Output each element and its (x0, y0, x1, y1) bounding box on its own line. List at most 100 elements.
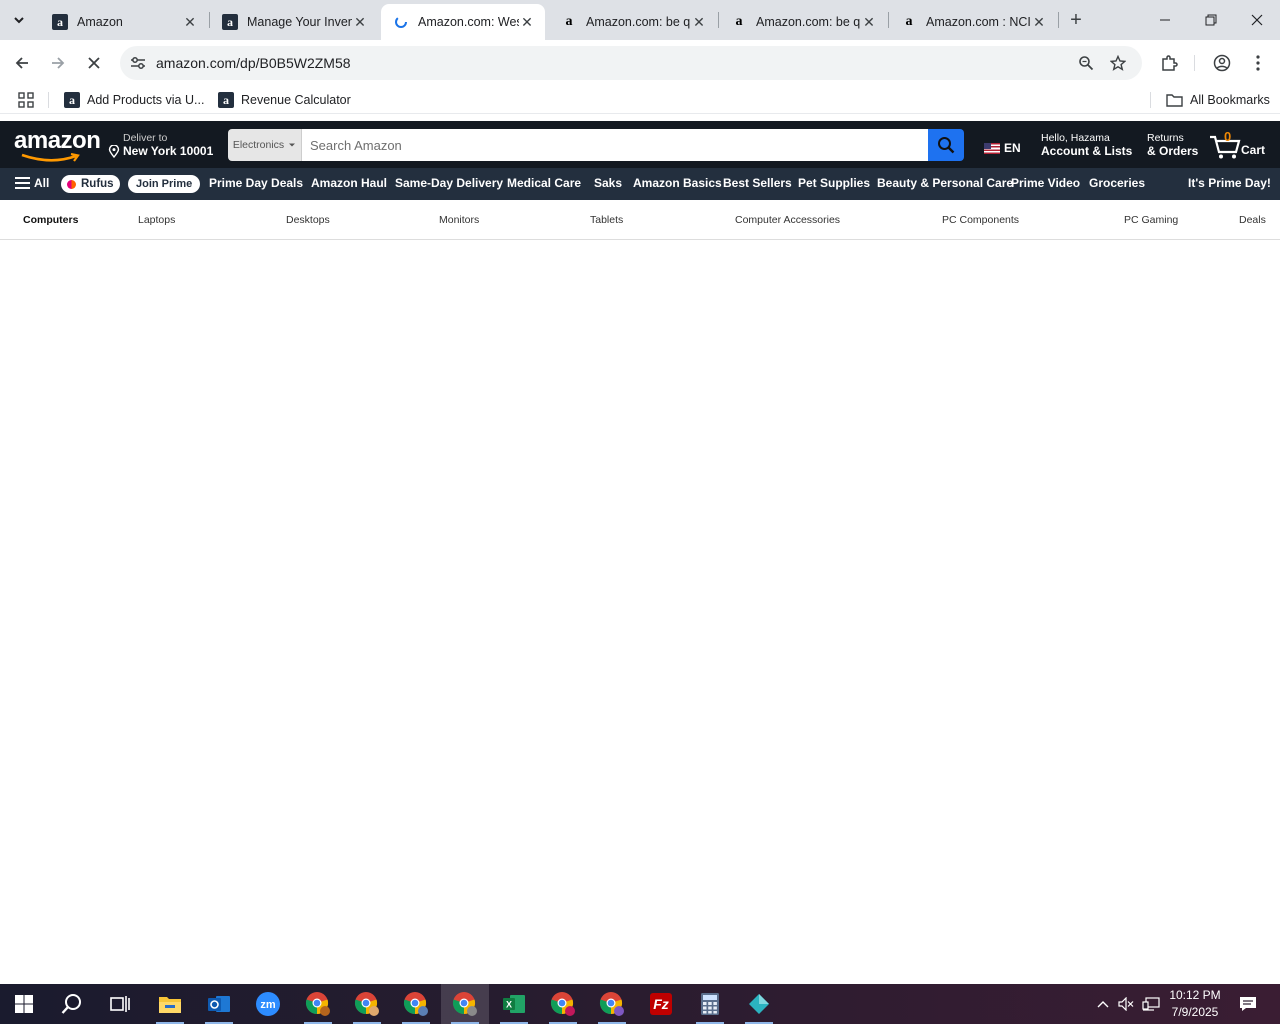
close-tab-icon[interactable]: ✕ (182, 14, 198, 30)
search-icon (61, 994, 81, 1014)
zoom-taskbar-icon[interactable]: zm (244, 984, 292, 1024)
windows-taskbar: zm X Fz 10:12 PM 7/9/2025 (0, 984, 1280, 1024)
browser-tab[interactable]: a Amazon.com : NCI ✕ (889, 4, 1057, 40)
close-tab-icon[interactable]: ✕ (352, 14, 368, 30)
browser-tab[interactable]: a Amazon ✕ (40, 4, 208, 40)
new-tab-button[interactable]: + (1066, 9, 1086, 31)
search-category-dropdown[interactable]: Electronics (228, 129, 302, 161)
browser-tab[interactable]: a Amazon.com: be quiet ✕ (719, 4, 887, 40)
subnav-monitors[interactable]: Monitors (439, 214, 479, 226)
returns-and-orders[interactable]: Returns & Orders (1147, 132, 1198, 158)
taskbar-search-button[interactable] (48, 984, 96, 1024)
network-button[interactable] (1140, 984, 1162, 1024)
browser-menu-button[interactable] (1243, 48, 1273, 78)
subnav-laptops[interactable]: Laptops (138, 214, 175, 226)
language-selector[interactable]: EN (984, 141, 1021, 155)
subnav-tablets[interactable]: Tablets (590, 214, 623, 226)
nav-beauty-personal-care[interactable]: Beauty & Personal Care (877, 176, 1013, 190)
nav-groceries[interactable]: Groceries (1089, 176, 1145, 190)
arrow-left-icon (15, 57, 28, 69)
subnav-computer-accessories[interactable]: Computer Accessories (735, 214, 840, 226)
rufus-button[interactable]: Rufus (61, 175, 120, 193)
address-bar[interactable] (120, 46, 1142, 80)
nav-prime-video[interactable]: Prime Video (1011, 176, 1080, 190)
outlook-taskbar-icon[interactable] (195, 984, 243, 1024)
nav-saks[interactable]: Saks (594, 176, 622, 190)
nav-pet-supplies[interactable]: Pet Supplies (798, 176, 870, 190)
loading-spinner-icon (393, 14, 409, 30)
nav-medical-care[interactable]: Medical Care (507, 176, 581, 190)
site-info-icon[interactable] (128, 53, 148, 73)
tab-search-button[interactable] (6, 7, 32, 33)
subnav-computers[interactable]: Computers (23, 214, 78, 226)
volume-button[interactable] (1115, 984, 1137, 1024)
subnav-deals[interactable]: Deals (1239, 214, 1266, 226)
bookmark-revenue-calculator[interactable]: a Revenue Calculator (218, 90, 351, 110)
calculator-taskbar-icon[interactable] (686, 984, 734, 1024)
browser-tab[interactable]: a Manage Your Inventory ✕ (210, 4, 378, 40)
task-view-button[interactable] (96, 984, 144, 1024)
all-label: All (34, 176, 50, 190)
nav-best-sellers[interactable]: Best Sellers (723, 176, 792, 190)
show-hidden-icons-button[interactable] (1092, 984, 1114, 1024)
join-prime-button[interactable]: Join Prime (128, 175, 201, 193)
tab-title: Amazon (77, 15, 123, 29)
close-tab-icon[interactable]: ✕ (519, 14, 535, 30)
browser-tab-active[interactable]: Amazon.com: Western ✕ (381, 4, 545, 40)
chrome-profile-taskbar-icon[interactable] (539, 984, 587, 1024)
bookmarks-bar: a Add Products via U... a Revenue Calcul… (0, 86, 1280, 114)
search-button[interactable] (928, 129, 964, 161)
forward-button[interactable] (43, 48, 73, 78)
subnav-pc-components[interactable]: PC Components (942, 214, 1019, 226)
app-taskbar-icon[interactable] (735, 984, 783, 1024)
apps-grid-icon (18, 92, 34, 108)
filezilla-taskbar-icon[interactable]: Fz (637, 984, 685, 1024)
nav-prime-day-deals[interactable]: Prime Day Deals (209, 176, 303, 190)
back-button[interactable] (7, 48, 37, 78)
subnav-desktops[interactable]: Desktops (286, 214, 330, 226)
chrome-profile-taskbar-icon[interactable] (588, 984, 636, 1024)
all-menu-button[interactable]: All (15, 176, 49, 190)
chrome-icon (550, 992, 575, 1016)
chrome-active-taskbar-icon[interactable] (441, 984, 489, 1024)
profile-button[interactable] (1207, 48, 1237, 78)
folder-icon (1166, 94, 1183, 107)
all-bookmarks-button[interactable]: All Bookmarks (1166, 90, 1270, 110)
bookmark-star-icon[interactable] (1108, 53, 1128, 73)
extensions-button[interactable] (1154, 48, 1184, 78)
svg-text:X: X (506, 1000, 512, 1010)
search-input[interactable] (302, 129, 928, 161)
excel-taskbar-icon[interactable]: X (490, 984, 538, 1024)
chrome-profile-taskbar-icon[interactable] (343, 984, 391, 1024)
close-tab-icon[interactable]: ✕ (691, 14, 707, 30)
close-window-button[interactable] (1234, 0, 1280, 40)
nav-amazon-haul[interactable]: Amazon Haul (311, 176, 387, 190)
stop-loading-button[interactable] (79, 48, 109, 78)
subnav-pc-gaming[interactable]: PC Gaming (1124, 214, 1178, 226)
nav-prime-day-promo[interactable]: It's Prime Day! (1188, 176, 1271, 190)
deliver-to-location[interactable]: Deliver to New York 10001 (108, 132, 213, 158)
close-tab-icon[interactable]: ✕ (1031, 14, 1047, 30)
browser-tab[interactable]: a Amazon.com: be quiet ✕ (549, 4, 717, 40)
nav-amazon-basics[interactable]: Amazon Basics (633, 176, 722, 190)
nav-same-day-delivery[interactable]: Same-Day Delivery (395, 176, 503, 190)
action-center-button[interactable] (1236, 984, 1260, 1024)
restore-button[interactable] (1188, 0, 1234, 40)
chrome-icon (305, 992, 330, 1016)
chrome-profile-taskbar-icon[interactable] (294, 984, 342, 1024)
apps-button[interactable] (18, 90, 34, 110)
account-and-lists[interactable]: Hello, Hazama Account & Lists (1041, 132, 1132, 158)
url-input[interactable] (156, 53, 1056, 73)
cart-button[interactable]: 0 Cart (1208, 129, 1268, 160)
amazon-logo[interactable]: amazon (14, 129, 101, 162)
zoom-icon[interactable] (1076, 53, 1096, 73)
minimize-button[interactable] (1142, 0, 1188, 40)
task-view-icon (110, 996, 130, 1012)
bookmark-add-products[interactable]: a Add Products via U... (64, 90, 204, 110)
taskbar-clock[interactable]: 10:12 PM 7/9/2025 (1160, 987, 1230, 1021)
chrome-profile-taskbar-icon[interactable] (392, 984, 440, 1024)
file-explorer-taskbar-icon[interactable] (146, 984, 194, 1024)
start-button[interactable] (0, 984, 48, 1024)
close-tab-icon[interactable]: ✕ (861, 14, 877, 30)
smile-arrow-icon (21, 153, 80, 162)
